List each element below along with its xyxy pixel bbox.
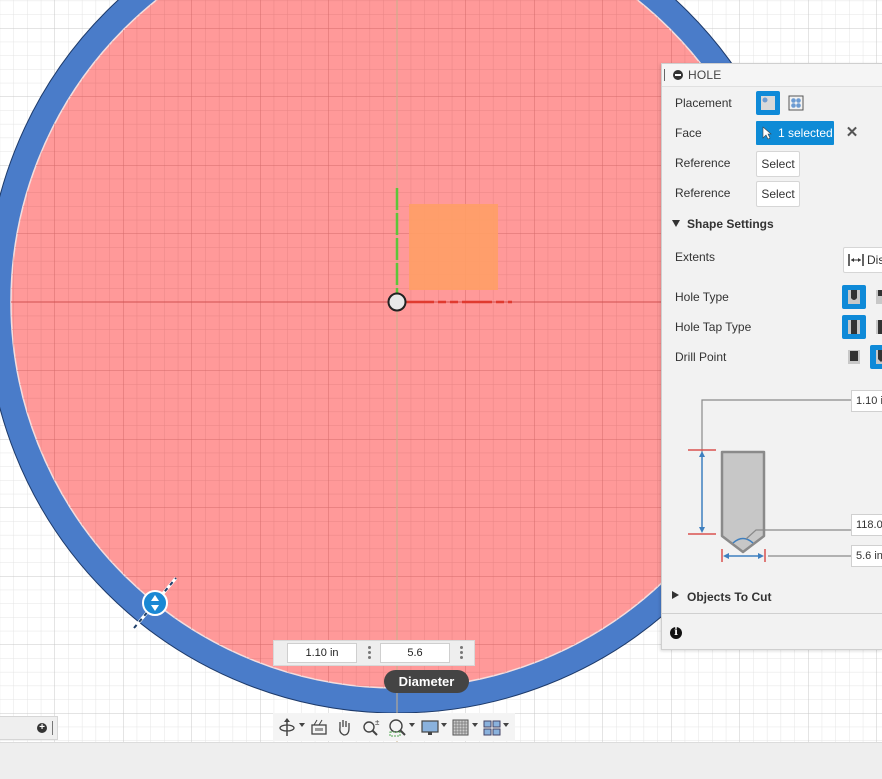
diameter-options-icon[interactable] (460, 645, 464, 661)
sketch-rectangle[interactable] (409, 204, 498, 290)
diameter-value-box[interactable]: 5.6 in (851, 545, 882, 567)
multiple-holes-placement-button[interactable] (784, 91, 808, 115)
hole-tap-type-row: Hole Tap Type (662, 313, 882, 341)
simple-hole-button[interactable] (842, 285, 866, 309)
drill-point-label: Drill Point (675, 350, 727, 364)
reference-select-button[interactable]: Select (756, 181, 800, 207)
depth-options-icon[interactable] (368, 645, 372, 661)
depth-value-box[interactable]: 1.10 i (851, 390, 882, 412)
navigation-toolbar: ± (273, 713, 515, 741)
extents-dropdown[interactable]: Dis (843, 247, 882, 273)
collapsed-triangle-icon (672, 591, 679, 599)
hole-dialog: HOLE Placement Face 1 selected ✕ Referen… (661, 63, 882, 650)
grid-dropdown-icon[interactable] (472, 723, 478, 727)
hole-center-point[interactable] (387, 292, 407, 312)
hole-diagram: 1.10 i 118.0 5.6 in (662, 386, 882, 586)
drill-point-row: Drill Point (662, 343, 882, 371)
reference-select-button[interactable]: Select (756, 151, 800, 177)
single-hole-placement-button[interactable] (756, 91, 780, 115)
fit-icon[interactable] (387, 717, 407, 737)
depth-input[interactable]: 1.10 in (287, 643, 357, 663)
display-settings-icon[interactable] (420, 717, 440, 737)
extents-value: Dis (867, 253, 882, 267)
info-icon[interactable]: i (670, 627, 682, 639)
dialog-header[interactable]: HOLE (662, 64, 882, 87)
grid-settings-icon[interactable] (451, 717, 471, 737)
section-title: Objects To Cut (687, 590, 772, 604)
diameter-manipulator-handle[interactable] (142, 590, 168, 616)
face-row: Face 1 selected ✕ (662, 119, 882, 147)
cursor-icon (762, 126, 772, 140)
expand-triangle-icon (672, 220, 680, 227)
placement-row: Placement (662, 89, 882, 117)
extents-row: Extents Dis (662, 243, 882, 273)
add-icon[interactable]: + (37, 723, 47, 733)
reference-row-2: Reference Select (662, 179, 882, 207)
hole-type-label: Hole Type (675, 290, 729, 304)
reference-label: Reference (675, 186, 731, 200)
face-label: Face (675, 126, 702, 140)
hole-type-row: Hole Type (662, 283, 882, 311)
orbit-dropdown-icon[interactable] (299, 723, 305, 727)
timeline-mini-bar: + (0, 716, 58, 740)
viewports-dropdown-icon[interactable] (503, 723, 509, 727)
pan-icon[interactable] (335, 717, 353, 737)
drag-handle[interactable] (52, 721, 55, 735)
display-dropdown-icon[interactable] (441, 723, 447, 727)
hole-tap-type-label: Hole Tap Type (675, 320, 752, 334)
section-title: Shape Settings (687, 217, 774, 231)
counterbore-hole-button[interactable] (870, 285, 882, 309)
depth-leader-line (701, 399, 851, 455)
svg-text:±: ± (375, 718, 380, 727)
angle-value-box[interactable]: 118.0 (851, 514, 882, 536)
dialog-title: HOLE (688, 68, 722, 82)
objects-to-cut-section[interactable]: Objects To Cut (662, 585, 882, 609)
distance-icon (848, 254, 864, 266)
status-bar (0, 742, 882, 779)
hole-body-shape (720, 450, 766, 554)
extents-label: Extents (675, 250, 716, 264)
diameter-tooltip: Diameter (384, 670, 469, 693)
reference-label: Reference (675, 156, 731, 170)
placement-label: Placement (675, 96, 732, 110)
collapse-icon[interactable] (673, 70, 683, 80)
diameter-input[interactable]: 5.6 (380, 643, 450, 663)
face-selection-value: 1 selected (778, 126, 833, 140)
viewports-icon[interactable] (482, 717, 502, 737)
simple-tap-button[interactable] (842, 315, 866, 339)
shape-settings-section[interactable]: Shape Settings (662, 212, 882, 236)
clear-selection-icon[interactable]: ✕ (844, 121, 860, 145)
orbit-icon[interactable] (278, 717, 296, 737)
flat-drill-point-button[interactable] (842, 345, 866, 369)
zoom-icon[interactable]: ± (361, 717, 381, 737)
face-selection-button[interactable]: 1 selected (756, 121, 834, 145)
fit-dropdown-icon[interactable] (409, 723, 415, 727)
angled-drill-point-button[interactable] (870, 345, 882, 369)
look-at-icon[interactable] (310, 717, 328, 737)
floating-dimension-inputs: 1.10 in 5.6 (273, 640, 475, 666)
clearance-tap-button[interactable] (870, 315, 882, 339)
drag-handle[interactable] (664, 69, 667, 81)
divider (662, 613, 882, 614)
reference-row-1: Reference Select (662, 149, 882, 177)
